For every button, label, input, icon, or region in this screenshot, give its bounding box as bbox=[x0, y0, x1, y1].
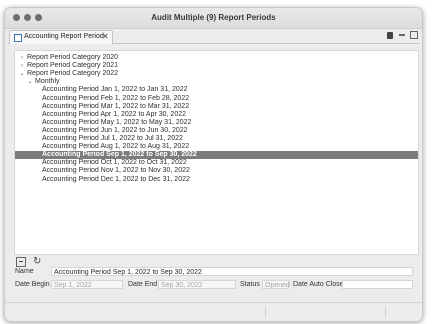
tree-view-icon bbox=[14, 34, 22, 42]
tree-row[interactable]: Accounting Period May 1, 2022 to May 31,… bbox=[15, 119, 418, 127]
tree-row[interactable]: Accounting Period Nov 1, 2022 to Nov 30,… bbox=[15, 167, 418, 175]
bookmark-icon[interactable] bbox=[387, 32, 393, 39]
tree-row-label: Report Period Category 2022 bbox=[27, 70, 119, 78]
name-field[interactable]: Accounting Period Sep 1, 2022 to Sep 30,… bbox=[51, 267, 413, 276]
date-begin-field[interactable]: Sep 1, 2022 bbox=[51, 280, 123, 289]
window-title: Audit Multiple (9) Report Periods bbox=[151, 13, 276, 22]
refresh-icon[interactable]: ↻ bbox=[33, 257, 43, 267]
tree-row[interactable]: › Report Period Category 2021 bbox=[15, 62, 418, 70]
tree-row[interactable]: Accounting Period Oct 1, 2022 to Oct 31,… bbox=[15, 159, 418, 167]
tree-row-label: Accounting Period Sep 1, 2022 to Sep 30,… bbox=[42, 151, 197, 159]
tree-row[interactable]: Accounting Period Jun 1, 2022 to Jun 30,… bbox=[15, 127, 418, 135]
tree-row[interactable]: Accounting Period Feb 1, 2022 to Feb 28,… bbox=[15, 95, 418, 103]
tree-row-label: Accounting Period Apr 1, 2022 to Apr 30,… bbox=[42, 110, 186, 118]
close-icon[interactable]: ✕ bbox=[102, 32, 109, 41]
tree-row[interactable]: › Report Period Category 2020 bbox=[15, 54, 418, 62]
tree-row-label: Report Period Category 2021 bbox=[27, 62, 119, 70]
tab-bar: Accounting Report Period ✕ bbox=[8, 30, 419, 44]
status-label: Status bbox=[240, 281, 260, 288]
date-begin-label: Date Begin bbox=[15, 281, 50, 288]
tree-row[interactable]: Accounting Period Mar 1, 2022 to Mar 31,… bbox=[15, 103, 418, 111]
status-divider bbox=[385, 306, 386, 318]
chevron-down-icon[interactable]: ⌄ bbox=[27, 78, 33, 86]
date-end-label: Date End bbox=[128, 281, 158, 288]
chevron-right-icon[interactable]: › bbox=[19, 54, 25, 62]
status-divider bbox=[265, 306, 266, 318]
tree-row-label: Accounting Period Mar 1, 2022 to Mar 31,… bbox=[42, 102, 190, 110]
tree-row[interactable]: Accounting Period Jul 1, 2022 to Jul 31,… bbox=[15, 135, 418, 143]
report-period-tree[interactable]: › Report Period Category 2020 › Report Peri… bbox=[14, 50, 419, 255]
name-label: Name bbox=[15, 268, 34, 275]
tab-label: Accounting Report Period bbox=[24, 33, 104, 40]
chevron-down-icon[interactable]: ⌄ bbox=[19, 70, 25, 78]
tree-row-label: Accounting Period Jun 1, 2022 to Jun 30,… bbox=[42, 126, 188, 134]
tree-row[interactable]: Accounting Period Apr 1, 2022 to Apr 30,… bbox=[15, 111, 418, 119]
collapse-all-icon[interactable] bbox=[16, 257, 26, 267]
tab-accounting-report-period[interactable]: Accounting Report Period ✕ bbox=[9, 30, 113, 44]
minimize-view-icon[interactable] bbox=[399, 34, 405, 36]
tree-row[interactable]: Accounting Period Dec 1, 2022 to Dec 31,… bbox=[15, 176, 418, 184]
tree-row-label: Accounting Period Dec 1, 2022 to Dec 31,… bbox=[42, 175, 190, 183]
tree-row-label: Accounting Period Oct 1, 2022 to Oct 31,… bbox=[42, 159, 187, 167]
tree-row-label: Monthly bbox=[35, 78, 60, 86]
chevron-right-icon[interactable]: › bbox=[19, 62, 25, 70]
tree-row[interactable]: Accounting Period Aug 1, 2022 to Aug 31,… bbox=[15, 143, 418, 151]
tree-row-label: Accounting Period May 1, 2022 to May 31,… bbox=[42, 118, 192, 126]
tree-row-label: Accounting Period Jul 1, 2022 to Jul 31,… bbox=[42, 135, 183, 142]
tree-row-label: Accounting Period Feb 1, 2022 to Feb 28,… bbox=[42, 94, 190, 102]
date-end-field[interactable]: Sep 30, 2022 bbox=[158, 280, 236, 289]
status-field[interactable]: Opened bbox=[262, 280, 290, 289]
tree-row-label: Accounting Period Jan 1, 2022 to Jan 31,… bbox=[42, 86, 188, 94]
app-window: Audit Multiple (9) Report Periods Accoun… bbox=[4, 7, 423, 322]
tree-row-selected[interactable]: Accounting Period Sep 1, 2022 to Sep 30,… bbox=[15, 151, 418, 160]
date-auto-close-field[interactable] bbox=[342, 280, 413, 289]
title-bar: Audit Multiple (9) Report Periods bbox=[5, 8, 422, 29]
tree-row-label: Accounting Period Aug 1, 2022 to Aug 31,… bbox=[42, 143, 190, 151]
tree-row-label: Report Period Category 2020 bbox=[27, 54, 119, 61]
date-auto-close-label: Date Auto Close bbox=[293, 281, 344, 288]
status-bar bbox=[5, 302, 422, 321]
tree-row[interactable]: Accounting Period Jan 1, 2022 to Jan 31,… bbox=[15, 86, 418, 94]
maximize-view-icon[interactable] bbox=[410, 31, 418, 39]
tree-row-label: Accounting Period Nov 1, 2022 to Nov 30,… bbox=[42, 167, 190, 175]
tree-row[interactable]: ⌄ Report Period Category 2022 bbox=[15, 70, 418, 78]
tree-row[interactable]: ⌄ Monthly bbox=[15, 78, 418, 86]
